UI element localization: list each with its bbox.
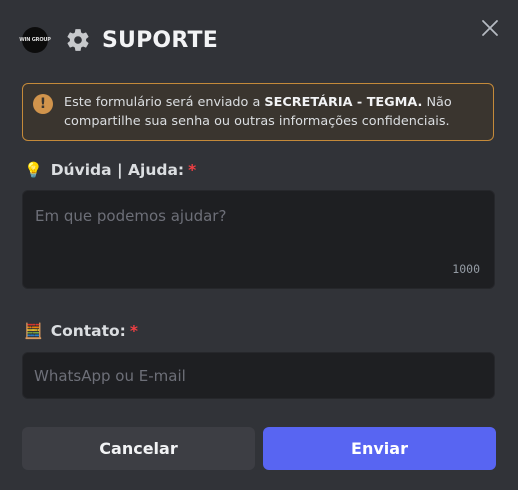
contact-input[interactable] xyxy=(23,353,494,398)
support-modal: WIN GROUP SUPORTE ! Este formulário será… xyxy=(0,0,518,490)
contact-label-text: Contato: xyxy=(50,322,126,340)
warning-notice: ! Este formulário será enviado a SECRETÁ… xyxy=(22,83,494,141)
logo-text: WIN GROUP xyxy=(19,37,51,43)
question-textarea[interactable] xyxy=(23,191,494,288)
question-label-text: Dúvida | Ajuda: xyxy=(50,161,185,179)
lightbulb-icon: 💡 xyxy=(24,161,43,179)
modal-title: SUPORTE xyxy=(102,27,218,53)
warning-icon: ! xyxy=(33,94,53,114)
modal-header: WIN GROUP SUPORTE xyxy=(19,22,218,58)
gear-icon xyxy=(64,26,92,54)
character-counter: 1000 xyxy=(452,262,480,276)
required-mark: * xyxy=(129,322,138,340)
abacus-icon: 🧮 xyxy=(24,322,43,340)
close-icon[interactable] xyxy=(480,18,500,38)
contact-field[interactable] xyxy=(22,352,495,399)
server-logo: WIN GROUP xyxy=(19,27,51,53)
required-mark: * xyxy=(188,161,197,179)
notice-text: Este formulário será enviado a SECRETÁRI… xyxy=(64,95,452,129)
contact-label: 🧮 Contato: * xyxy=(24,322,138,340)
notice-recipient: SECRETÁRIA - TEGMA. xyxy=(264,95,423,110)
question-label: 💡 Dúvida | Ajuda: * xyxy=(24,161,196,179)
question-field[interactable]: 1000 xyxy=(22,190,495,289)
cancel-button[interactable]: Cancelar xyxy=(22,427,255,470)
send-button[interactable]: Enviar xyxy=(263,427,496,470)
